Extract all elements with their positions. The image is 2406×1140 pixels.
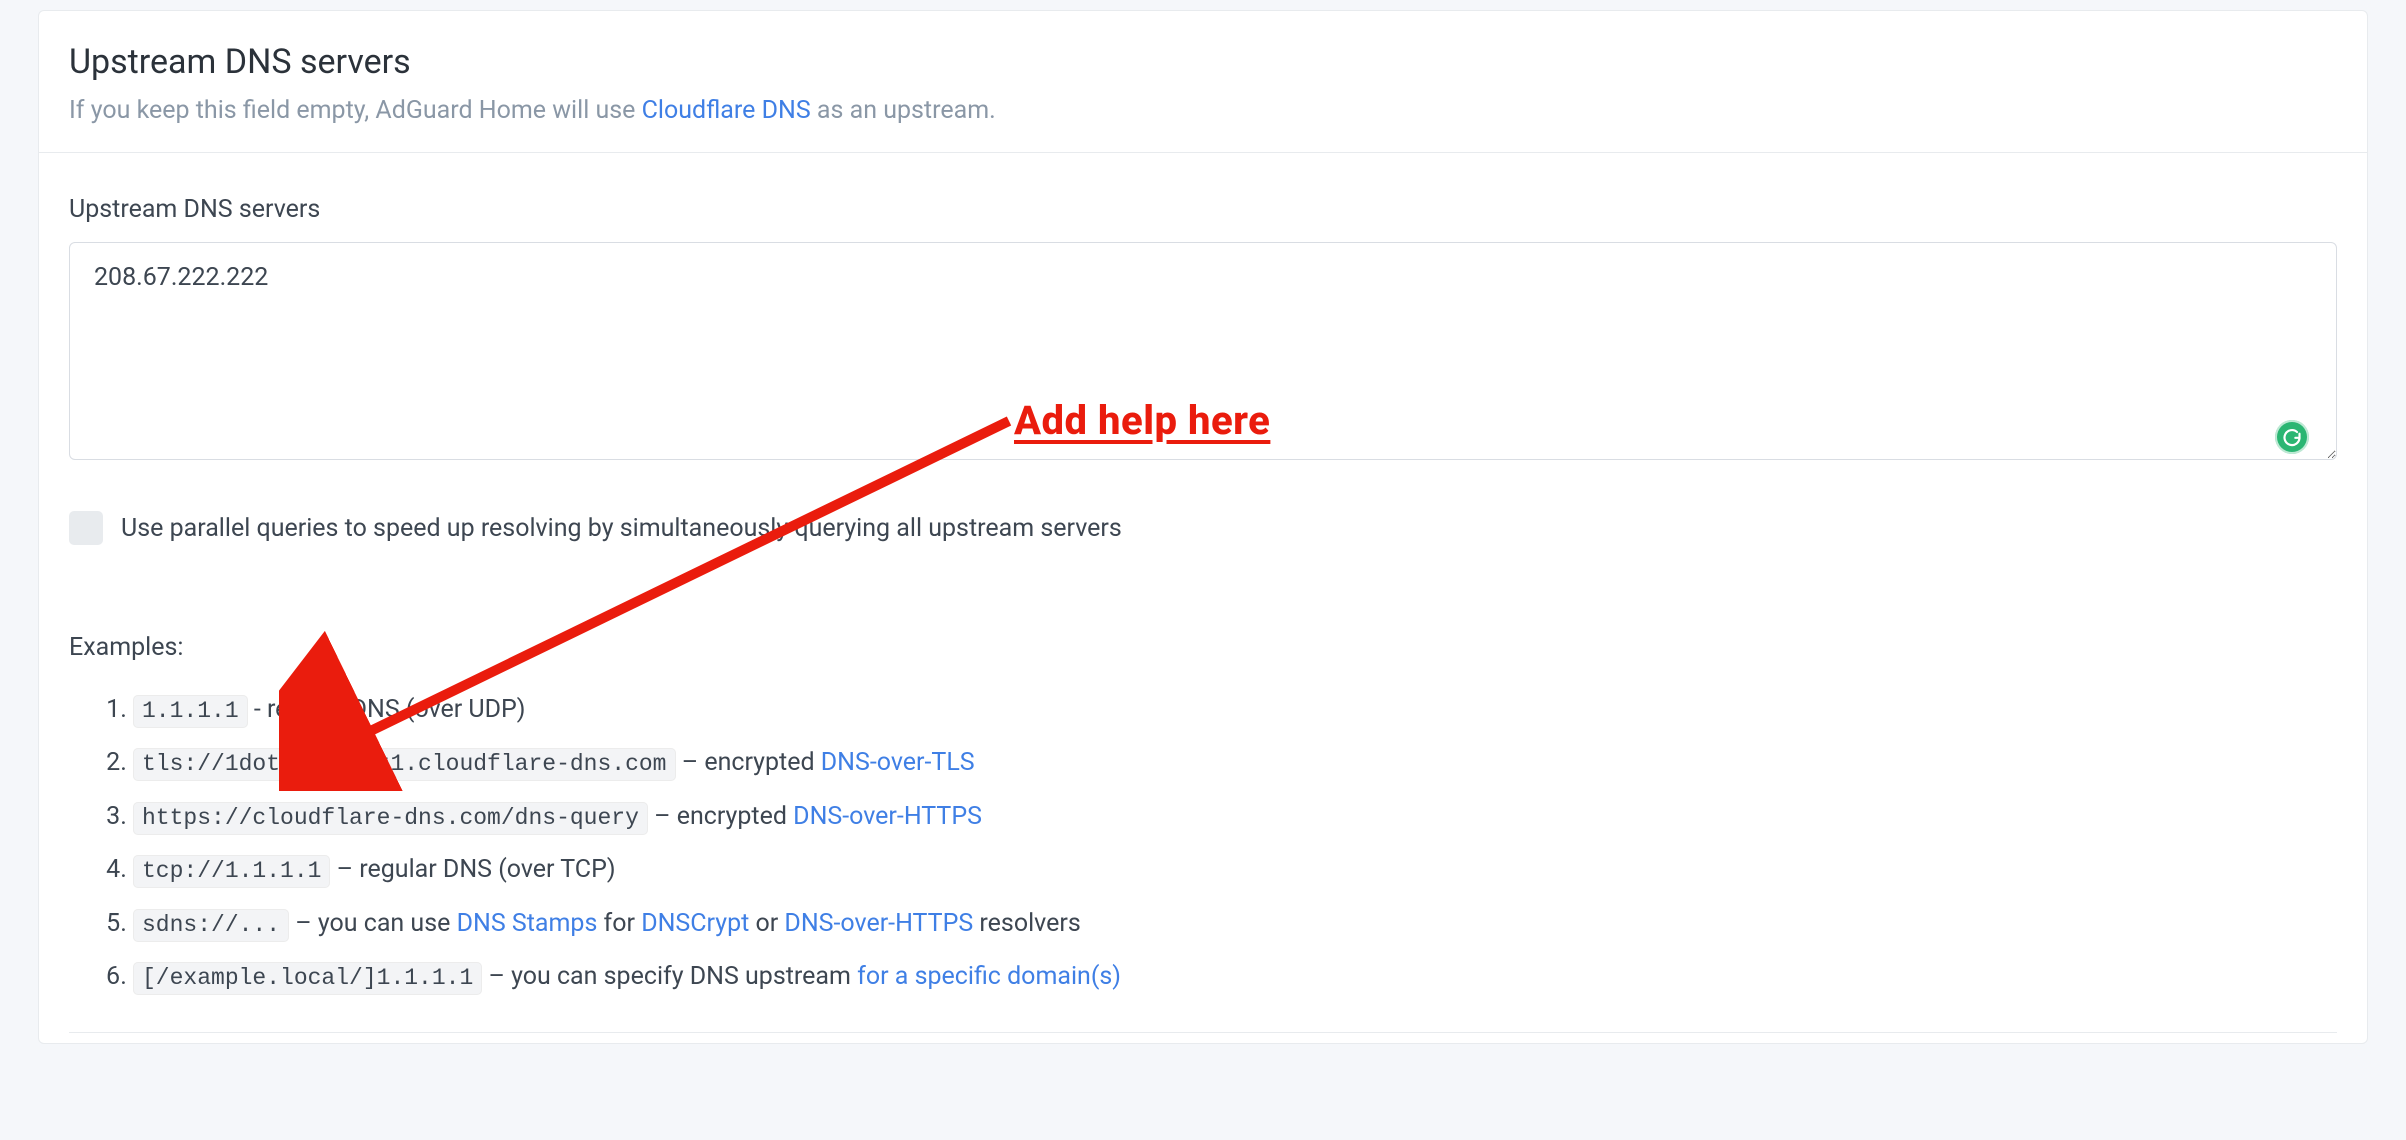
example-code: [/example.local/]1.1.1.1 <box>133 962 482 995</box>
example-code: tcp://1.1.1.1 <box>133 855 330 888</box>
parallel-queries-checkbox[interactable] <box>69 511 103 545</box>
example-item: https://cloudflare-dns.com/dns-query – e… <box>133 792 2337 846</box>
example-item: sdns://... – you can use DNS Stamps for … <box>133 899 2337 953</box>
example-code: https://cloudflare-dns.com/dns-query <box>133 802 648 835</box>
example-code: tls://1dot1dot1dot1.cloudflare-dns.com <box>133 748 676 781</box>
upstream-dns-textarea[interactable] <box>69 242 2337 460</box>
upstream-dns-panel: Upstream DNS servers If you keep this fi… <box>38 10 2368 1044</box>
parallel-queries-row: Use parallel queries to speed up resolvi… <box>69 510 2337 548</box>
parallel-queries-label: Use parallel queries to speed up resolvi… <box>121 510 1122 548</box>
dnscrypt-link[interactable]: DNSCrypt <box>641 909 749 938</box>
example-item: 1.1.1.1 - regular DNS (over UDP) <box>133 685 2337 739</box>
panel-body: Upstream DNS servers Use parallel querie… <box>39 153 2367 1043</box>
cloudflare-dns-link[interactable]: Cloudflare DNS <box>642 96 811 125</box>
textarea-wrap <box>69 242 2337 472</box>
panel-subtitle: If you keep this field empty, AdGuard Ho… <box>69 92 2337 130</box>
dns-stamps-link[interactable]: DNS Stamps <box>457 909 598 938</box>
panel-header: Upstream DNS servers If you keep this fi… <box>39 11 2367 153</box>
example-text: you can specify DNS upstream <box>511 962 857 991</box>
examples-heading: Examples: <box>69 629 2337 667</box>
example-item: tls://1dot1dot1dot1.cloudflare-dns.com –… <box>133 738 2337 792</box>
divider <box>69 1032 2337 1033</box>
dns-over-https-link[interactable]: DNS-over-HTTPS <box>793 802 982 831</box>
example-item: [/example.local/]1.1.1.1 – you can speci… <box>133 952 2337 1006</box>
example-text: encrypted <box>704 748 820 777</box>
dns-over-tls-link[interactable]: DNS-over-TLS <box>821 748 975 777</box>
subtitle-prefix: If you keep this field empty, AdGuard Ho… <box>69 96 642 125</box>
example-code: sdns://... <box>133 909 289 942</box>
panel-title: Upstream DNS servers <box>69 37 2337 88</box>
example-text: regular DNS (over UDP) <box>267 695 526 724</box>
upstream-field-label: Upstream DNS servers <box>69 191 2337 229</box>
example-code: 1.1.1.1 <box>133 695 248 728</box>
example-text: you can use <box>318 909 457 938</box>
subtitle-suffix: as an upstream. <box>811 96 996 125</box>
dns-over-https-link[interactable]: DNS-over-HTTPS <box>784 909 973 938</box>
grammarly-icon[interactable] <box>2275 420 2309 454</box>
example-text: regular DNS (over TCP) <box>359 855 615 884</box>
example-item: tcp://1.1.1.1 – regular DNS (over TCP) <box>133 845 2337 899</box>
specific-domain-link[interactable]: for a specific domain(s) <box>857 962 1121 991</box>
example-text: encrypted <box>677 802 793 831</box>
examples-list: 1.1.1.1 - regular DNS (over UDP) tls://1… <box>133 685 2337 1006</box>
